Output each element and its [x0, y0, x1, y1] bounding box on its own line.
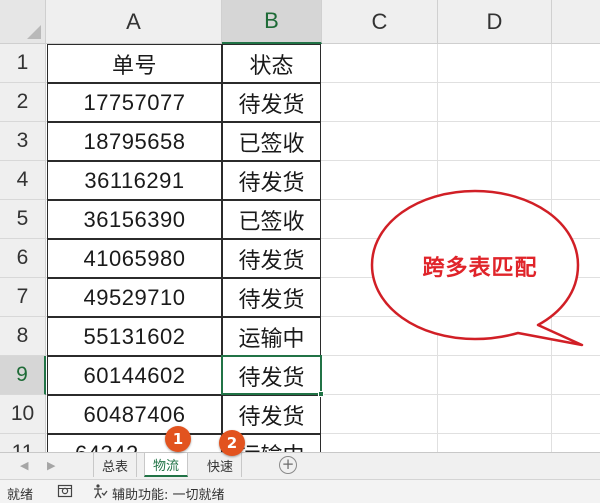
add-sheet-icon[interactable]: +: [279, 456, 297, 474]
row-header-8[interactable]: 8: [0, 317, 46, 356]
cell-a3[interactable]: 18795658: [47, 122, 222, 161]
cell-a5[interactable]: 36156390: [47, 200, 222, 239]
cell-b7[interactable]: 待发货: [222, 278, 321, 317]
cell-b8[interactable]: 运输中: [222, 317, 321, 356]
cell-a4[interactable]: 36116291: [47, 161, 222, 200]
row-header-3[interactable]: 3: [0, 122, 46, 161]
row-header-1[interactable]: 1: [0, 44, 46, 83]
accessibility-icon[interactable]: [92, 483, 108, 499]
select-all-triangle-icon: [27, 25, 41, 39]
row-header-10[interactable]: 10: [0, 395, 46, 434]
row-header-9[interactable]: 9: [0, 356, 46, 395]
cell-b10[interactable]: 待发货: [222, 395, 321, 434]
sheet-tab-summary[interactable]: 总表: [93, 453, 138, 477]
step-badge-1: 1: [165, 426, 191, 452]
next-sheet-icon[interactable]: ▶: [47, 459, 55, 472]
sheet-tab-logistics[interactable]: 物流: [144, 453, 189, 477]
row-header-2[interactable]: 2: [0, 83, 46, 122]
status-ready: 就绪: [7, 488, 34, 503]
column-header-e[interactable]: [552, 0, 600, 44]
prev-sheet-icon[interactable]: ◀: [20, 459, 28, 472]
cell-b2[interactable]: 待发货: [222, 83, 321, 122]
row-header-5[interactable]: 5: [0, 200, 46, 239]
cell-a7[interactable]: 49529710: [47, 278, 222, 317]
column-header-c[interactable]: C: [322, 0, 438, 44]
accessibility-status[interactable]: 辅助功能: 一切就绪: [112, 484, 225, 503]
cell-a2[interactable]: 17757077: [47, 83, 222, 122]
cell-a8[interactable]: 55131602: [47, 317, 222, 356]
cell-b6[interactable]: 待发货: [222, 239, 321, 278]
step-badge-2: 2: [219, 430, 245, 456]
cell-a11[interactable]: 64342: [47, 434, 222, 452]
row-header-4[interactable]: 4: [0, 161, 46, 200]
select-all-corner[interactable]: [0, 0, 46, 44]
cell-a6[interactable]: 41065980: [47, 239, 222, 278]
column-header-d[interactable]: D: [438, 0, 552, 44]
spreadsheet-grid: A B C D 1 2 3 4 5 6 7 8 9 10 11 单号 状态 17…: [0, 0, 600, 452]
callout-text: 跨多表匹配: [422, 256, 538, 281]
cell-a1[interactable]: 单号: [47, 44, 222, 83]
status-bar: 就绪 辅助功能: 一切就绪: [0, 479, 600, 503]
sheet-tab-express[interactable]: 快速: [199, 453, 243, 477]
cell-b4[interactable]: 待发货: [222, 161, 321, 200]
cell-a9[interactable]: 60144602: [47, 356, 222, 395]
row-header-11[interactable]: 11: [0, 434, 46, 452]
row-header-7[interactable]: 7: [0, 278, 46, 317]
macro-record-icon[interactable]: [57, 483, 73, 499]
cell-b3[interactable]: 已签收: [222, 122, 321, 161]
column-header-a[interactable]: A: [46, 0, 222, 44]
cell-b5[interactable]: 已签收: [222, 200, 321, 239]
column-header-b[interactable]: B: [222, 0, 322, 44]
row-header-6[interactable]: 6: [0, 239, 46, 278]
cell-b1[interactable]: 状态: [222, 44, 321, 83]
sheet-tab-bar: ◀ ▶ 总表 物流 快速 +: [0, 452, 600, 479]
cell-a10[interactable]: 60487406: [47, 395, 222, 434]
cell-b9[interactable]: 待发货: [222, 356, 321, 395]
fill-handle[interactable]: [318, 391, 324, 397]
